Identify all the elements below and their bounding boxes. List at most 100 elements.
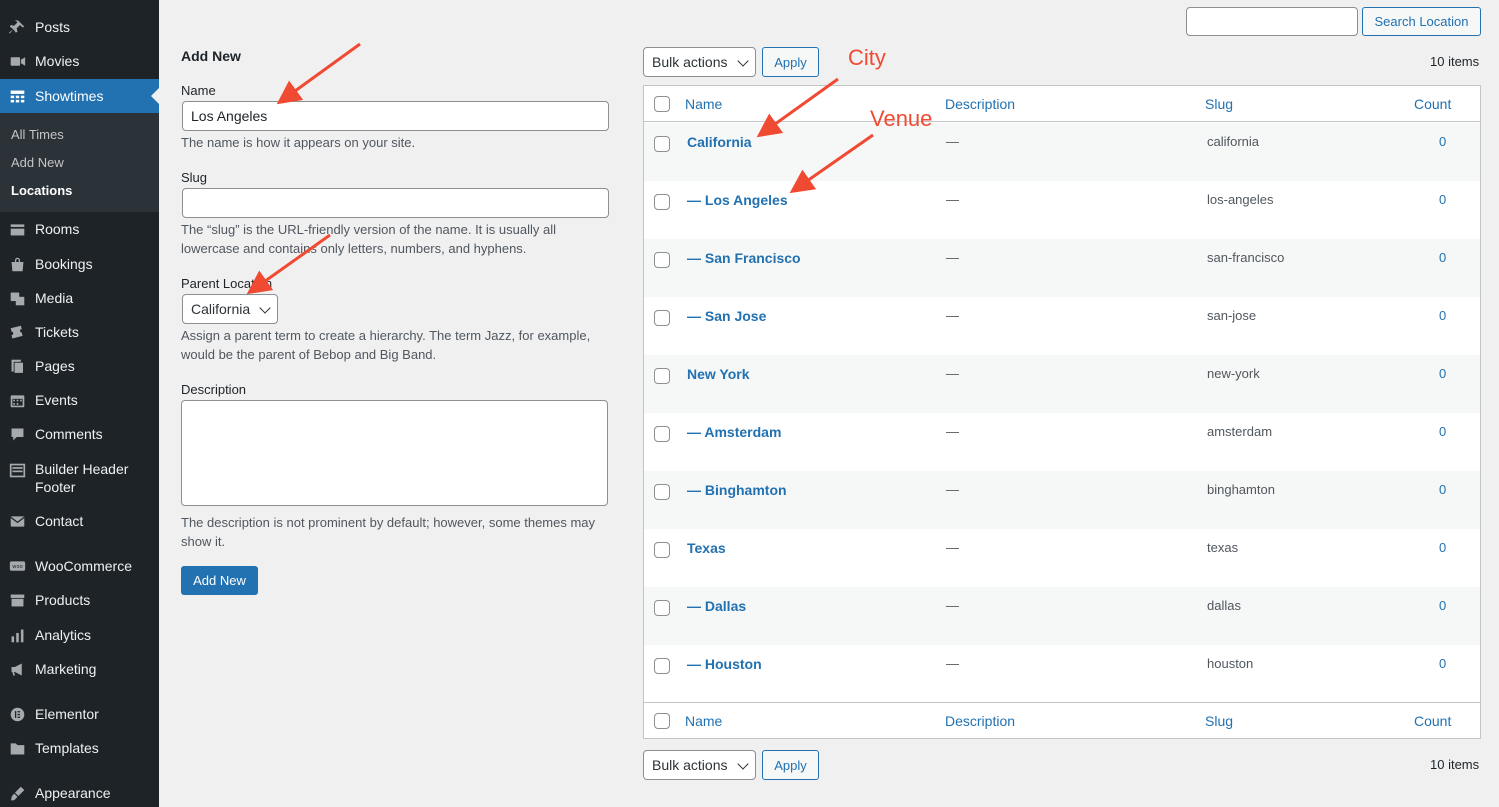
parent-location-help: Assign a parent term to create a hierarc… — [181, 328, 591, 362]
menu-elementor[interactable]: Elementor — [0, 704, 159, 724]
row-checkbox[interactable] — [654, 136, 670, 152]
select-all-checkbox[interactable] — [654, 96, 670, 112]
column-header-name[interactable]: Name — [685, 96, 722, 112]
menu-label: Media — [35, 290, 74, 306]
menu-posts[interactable]: Posts — [0, 17, 159, 37]
parent-location-value: California — [191, 301, 251, 317]
megaphone-icon — [8, 660, 26, 678]
menu-bookings[interactable]: Bookings — [0, 254, 159, 274]
menu-tickets[interactable]: Tickets — [0, 322, 159, 342]
menu-label: Showtimes — [35, 88, 104, 104]
menu-label: Bookings — [35, 256, 93, 272]
column-footer-count[interactable]: Count — [1414, 713, 1451, 729]
menu-rooms[interactable]: Rooms — [0, 219, 159, 239]
term-count-link[interactable]: 0 — [1439, 308, 1446, 323]
menu-templates[interactable]: Templates — [0, 738, 159, 758]
term-slug: california — [1207, 134, 1260, 149]
annotation-venue-label: Venue — [870, 106, 933, 131]
menu-woocommerce[interactable]: woo WooCommerce — [0, 556, 159, 576]
add-new-button[interactable]: Add New — [181, 566, 258, 595]
term-count-link[interactable]: 0 — [1439, 192, 1446, 207]
table-row: Texas — texas 0 — [644, 529, 1480, 587]
menu-label: Movies — [35, 53, 80, 69]
menu-contact[interactable]: Contact — [0, 511, 159, 531]
submenu-all-times[interactable]: All Times — [11, 127, 64, 142]
row-checkbox[interactable] — [654, 252, 670, 268]
menu-analytics[interactable]: Analytics — [0, 625, 159, 645]
term-slug: houston — [1207, 656, 1254, 671]
menu-products[interactable]: Products — [0, 590, 159, 610]
term-slug: texas — [1207, 540, 1239, 555]
parent-location-select[interactable]: California — [182, 294, 278, 324]
form-title: Add New — [181, 48, 241, 64]
row-checkbox[interactable] — [654, 368, 670, 384]
term-count-link[interactable]: 0 — [1439, 424, 1446, 439]
comment-icon — [8, 425, 26, 443]
name-field[interactable]: Los Angeles — [182, 101, 609, 131]
menu-pages[interactable]: Pages — [0, 356, 159, 376]
search-location-button[interactable]: Search Location — [1362, 7, 1481, 36]
row-checkbox[interactable] — [654, 426, 670, 442]
calendar-icon — [8, 391, 26, 409]
term-slug: binghamton — [1207, 482, 1275, 497]
column-footer-name[interactable]: Name — [685, 713, 722, 729]
column-footer-description[interactable]: Description — [945, 713, 1015, 729]
video-icon — [8, 52, 26, 70]
row-checkbox[interactable] — [654, 194, 670, 210]
menu-label: Tickets — [35, 324, 79, 340]
term-name-link[interactable]: California — [687, 134, 752, 150]
menu-builder-header-footer[interactable]: Builder Header Footer — [0, 460, 159, 496]
column-header-slug[interactable]: Slug — [1205, 96, 1233, 112]
term-description: — — [946, 134, 959, 149]
term-count-link[interactable]: 0 — [1439, 656, 1446, 671]
menu-comments[interactable]: Comments — [0, 424, 159, 444]
column-footer-slug[interactable]: Slug — [1205, 713, 1233, 729]
menu-media[interactable]: Media — [0, 288, 159, 308]
menu-movies[interactable]: Movies — [0, 51, 159, 71]
row-checkbox[interactable] — [654, 310, 670, 326]
apply-button-bottom[interactable]: Apply — [762, 750, 819, 780]
row-checkbox[interactable] — [654, 658, 670, 674]
menu-marketing[interactable]: Marketing — [0, 659, 159, 679]
chevron-down-icon — [737, 55, 749, 67]
term-name-link[interactable]: — San Jose — [687, 308, 766, 324]
archive-icon — [8, 591, 26, 609]
row-checkbox[interactable] — [654, 600, 670, 616]
menu-events[interactable]: Events — [0, 390, 159, 410]
description-field[interactable] — [181, 400, 608, 506]
term-name-link[interactable]: — Dallas — [687, 598, 746, 614]
bag-icon — [8, 255, 26, 273]
column-header-description[interactable]: Description — [945, 96, 1015, 112]
slug-field[interactable] — [182, 188, 609, 218]
row-checkbox[interactable] — [654, 484, 670, 500]
menu-showtimes[interactable]: Showtimes — [0, 79, 159, 113]
term-count-link[interactable]: 0 — [1439, 540, 1446, 555]
brush-icon — [8, 784, 26, 802]
apply-button-top[interactable]: Apply — [762, 47, 819, 77]
items-count-top: 10 items — [1430, 54, 1480, 69]
search-input[interactable] — [1186, 7, 1358, 36]
term-name-link[interactable]: New York — [687, 366, 750, 382]
term-count-link[interactable]: 0 — [1439, 598, 1446, 613]
term-name-link[interactable]: — San Francisco — [687, 250, 801, 266]
menu-appearance[interactable]: Appearance — [0, 783, 159, 803]
submenu-add-new[interactable]: Add New — [11, 155, 64, 170]
term-count-link[interactable]: 0 — [1439, 366, 1446, 381]
annotation-arrow — [276, 42, 361, 105]
term-count-link[interactable]: 0 — [1439, 482, 1446, 497]
bulk-actions-select-bottom[interactable]: Bulk actions — [643, 750, 756, 780]
term-name-link[interactable]: — Binghamton — [687, 482, 787, 498]
row-checkbox[interactable] — [654, 542, 670, 558]
bulk-actions-select-top[interactable]: Bulk actions — [643, 47, 756, 77]
term-count-link[interactable]: 0 — [1439, 134, 1446, 149]
term-slug: dallas — [1207, 598, 1241, 613]
term-name-link[interactable]: — Houston — [687, 656, 762, 672]
term-count-link[interactable]: 0 — [1439, 250, 1446, 265]
table-row: New York — new-york 0 — [644, 355, 1480, 413]
column-header-count[interactable]: Count — [1414, 96, 1451, 112]
select-all-checkbox-footer[interactable] — [654, 713, 670, 729]
term-name-link[interactable]: Texas — [687, 540, 726, 556]
submenu-locations[interactable]: Locations — [11, 183, 72, 198]
term-name-link[interactable]: — Los Angeles — [687, 192, 788, 208]
term-name-link[interactable]: — Amsterdam — [687, 424, 781, 440]
